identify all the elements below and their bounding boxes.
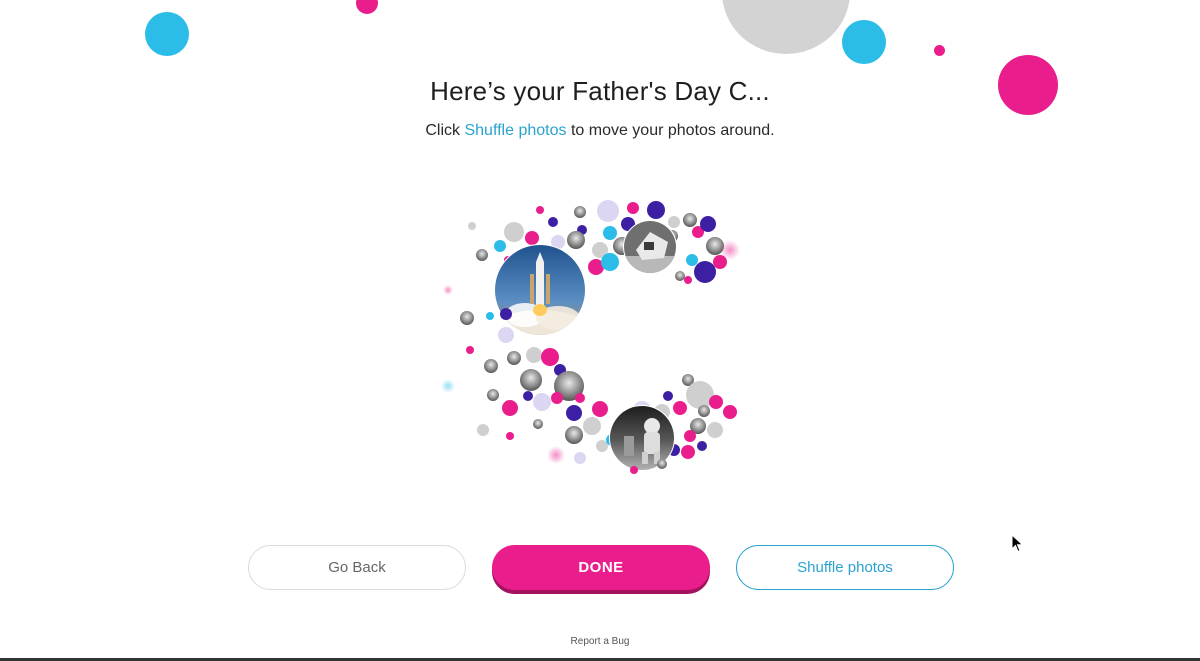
- collage-dot: [698, 405, 710, 417]
- collage-dot: [502, 400, 518, 416]
- collage-dot: [723, 405, 737, 419]
- page: Here’s your Father's Day C... Click Shuf…: [0, 0, 1200, 661]
- collage-dot: [525, 231, 539, 245]
- shuffle-photos-link[interactable]: Shuffle photos: [464, 122, 566, 139]
- collage-dot: [533, 419, 543, 429]
- collage-dot: [468, 222, 476, 230]
- collage-dot: [484, 359, 498, 373]
- decorative-dot: [356, 0, 378, 14]
- collage-dot: [673, 401, 687, 415]
- collage-dot: [486, 312, 494, 320]
- collage-dot: [441, 379, 455, 393]
- collage-dot: [601, 253, 619, 271]
- collage-dot: [657, 459, 667, 469]
- collage-dot: [567, 231, 585, 249]
- collage-dot: [709, 395, 723, 409]
- collage-dot: [477, 424, 489, 436]
- collage-dot: [686, 254, 698, 266]
- mouse-pointer-icon: [1011, 534, 1024, 553]
- collage-dot: [583, 417, 601, 435]
- collage-dot: [697, 441, 707, 451]
- collage-dot: [627, 202, 639, 214]
- collage-dot: [520, 369, 542, 391]
- collage-dot: [630, 466, 638, 474]
- collage-dot: [694, 261, 716, 283]
- collage-dot: [684, 430, 696, 442]
- collage-dot: [668, 216, 680, 228]
- collage-dot: [487, 389, 499, 401]
- collage-dot: [565, 426, 583, 444]
- instruction-prefix: Click: [425, 122, 465, 139]
- collage-dot: [707, 422, 723, 438]
- collage-dot: [536, 206, 544, 214]
- collage-dot: [507, 351, 521, 365]
- report-bug-link[interactable]: Report a Bug: [0, 636, 1200, 647]
- collage-dot: [700, 216, 716, 232]
- collage-dot: [566, 405, 582, 421]
- collage-dot: [675, 271, 685, 281]
- collage-dot: [597, 200, 619, 222]
- collage-dot: [575, 393, 585, 403]
- collage-dot: [720, 240, 740, 260]
- collage-dot: [603, 226, 617, 240]
- collage-dot: [574, 206, 586, 218]
- collage-dot: [523, 391, 533, 401]
- collage-dot: [494, 240, 506, 252]
- collage-dot: [533, 393, 551, 411]
- collage-dot: [500, 308, 512, 320]
- collage-dot: [647, 201, 665, 219]
- collage-dot: [466, 346, 474, 354]
- decorative-dot: [145, 12, 189, 56]
- page-title: Here’s your Father's Day C...: [430, 76, 770, 106]
- decorative-dot: [842, 20, 886, 64]
- collage-dot: [547, 446, 565, 464]
- collage-dot: [541, 348, 559, 366]
- collage-dot: [574, 452, 586, 464]
- collage-dot: [684, 276, 692, 284]
- instruction-suffix: to move your photos around.: [566, 122, 775, 139]
- decorative-dot: [934, 45, 945, 56]
- collage-dot: [592, 401, 608, 417]
- collage-dot: [443, 285, 453, 295]
- collage-dot: [460, 311, 474, 325]
- collage-dot: [498, 327, 514, 343]
- collage-dot: [506, 432, 514, 440]
- shuffle-photos-button[interactable]: Shuffle photos: [736, 545, 954, 590]
- collage-dot: [526, 347, 542, 363]
- collage-dot: [504, 222, 524, 242]
- collage-dot: [548, 217, 558, 227]
- collage-dot: [683, 213, 697, 227]
- collage-dot: [476, 249, 488, 261]
- done-button[interactable]: DONE: [492, 545, 710, 590]
- instruction-text: Click Shuffle photos to move your photos…: [0, 122, 1200, 140]
- decorative-dot: [722, 0, 850, 54]
- collage-dot: [681, 445, 695, 459]
- go-back-button[interactable]: Go Back: [248, 545, 466, 590]
- collage-dot: [596, 440, 608, 452]
- letter-c-photo-collage: [441, 200, 740, 474]
- collage-dot: [663, 391, 673, 401]
- collage-dot: [551, 392, 563, 404]
